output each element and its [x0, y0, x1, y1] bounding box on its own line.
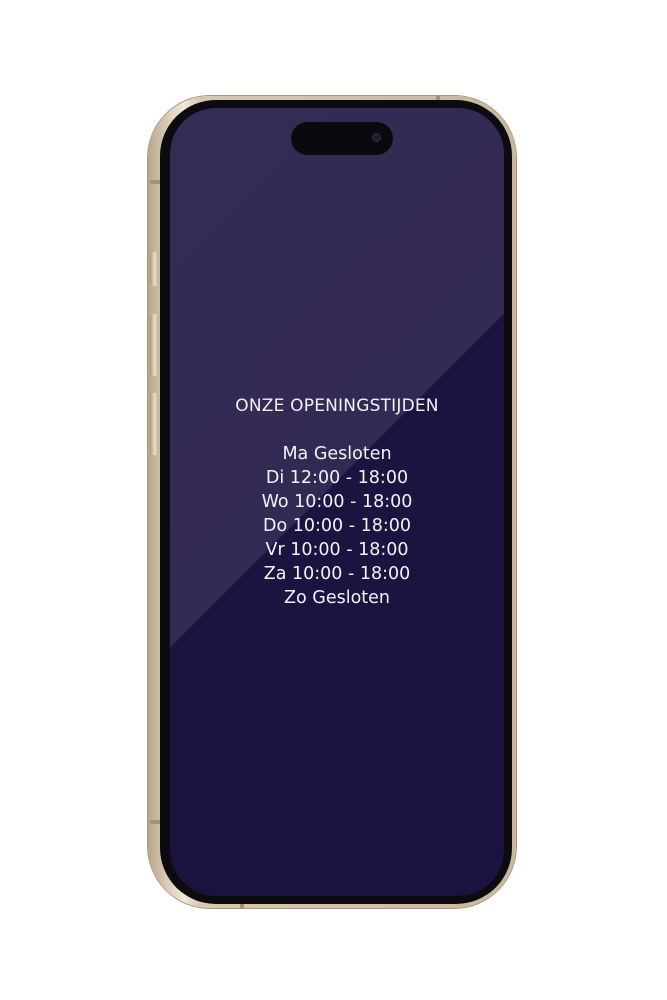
opening-hours-list: Ma Gesloten Di 12:00 - 18:00 Wo 10:00 - … — [170, 442, 504, 610]
opening-hours-title: ONZE OPENINGSTIJDEN — [235, 396, 439, 416]
dynamic-island — [291, 122, 393, 155]
hours-row-wednesday: Wo 10:00 - 18:00 — [261, 492, 413, 512]
hours-row-monday: Ma Gesloten — [282, 444, 392, 464]
hours-row-thursday: Do 10:00 - 18:00 — [262, 516, 412, 536]
phone-screen: ONZE OPENINGSTIJDEN Ma Gesloten Di 12:00… — [170, 108, 504, 896]
stage: ONZE OPENINGSTIJDEN Ma Gesloten Di 12:00… — [0, 0, 667, 1000]
action-button[interactable] — [150, 252, 159, 286]
camera-icon — [372, 133, 381, 142]
hours-row-saturday: Za 10:00 - 18:00 — [263, 564, 411, 584]
volume-up-button[interactable] — [150, 314, 159, 376]
antenna-band — [150, 820, 160, 824]
antenna-band — [150, 180, 160, 184]
opening-hours-panel: ONZE OPENINGSTIJDEN Ma Gesloten Di 12:00… — [170, 394, 504, 610]
hours-row-tuesday: Di 12:00 - 18:00 — [265, 468, 409, 488]
hours-row-friday: Vr 10:00 - 18:00 — [265, 540, 409, 560]
volume-down-button[interactable] — [150, 393, 159, 455]
hours-row-sunday: Zo Gesloten — [284, 588, 390, 608]
